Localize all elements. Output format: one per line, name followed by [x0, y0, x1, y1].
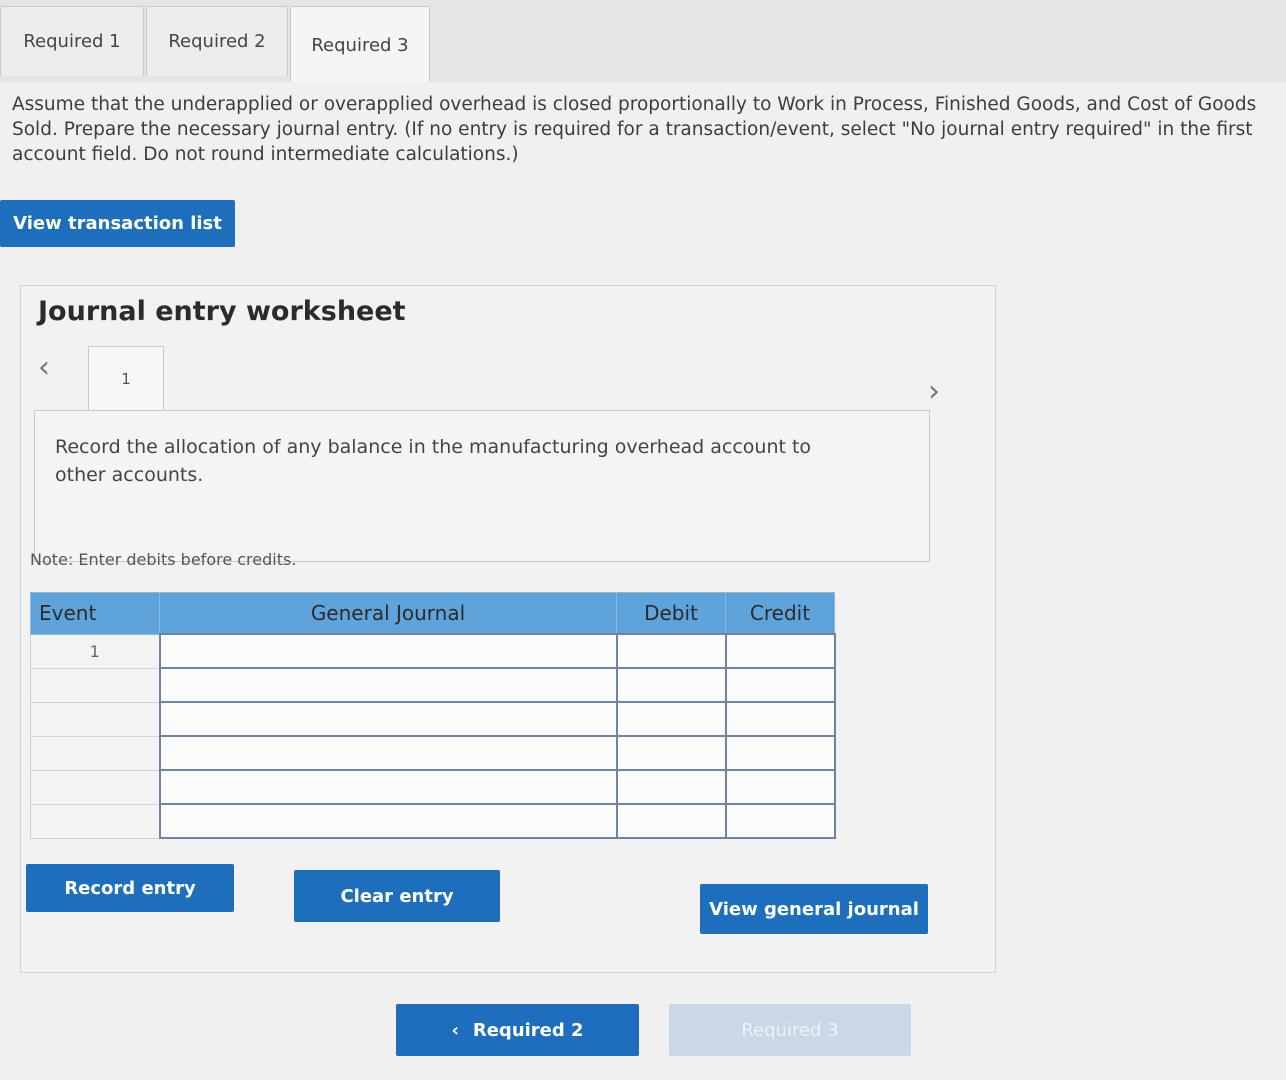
table-row — [30, 735, 836, 771]
view-general-journal-button[interactable]: View general journal — [700, 884, 928, 934]
journal-header-row: Event General Journal Debit Credit — [30, 592, 835, 635]
column-header-debit: Debit — [616, 592, 726, 635]
table-row — [30, 667, 836, 703]
credit-input[interactable] — [724, 701, 836, 737]
credit-input[interactable] — [724, 633, 836, 669]
column-header-event: Event — [30, 592, 160, 635]
record-entry-button[interactable]: Record entry — [26, 864, 234, 912]
event-cell: 1 — [30, 633, 160, 669]
debit-input[interactable] — [615, 803, 727, 839]
next-required-3-button: Required 3 — [669, 1004, 911, 1056]
tab-required-3[interactable]: Required 3 — [290, 6, 430, 84]
column-header-general-journal: General Journal — [159, 592, 617, 635]
column-header-credit: Credit — [725, 592, 835, 635]
event-cell — [30, 701, 160, 737]
credit-input[interactable] — [724, 769, 836, 805]
credit-input[interactable] — [724, 803, 836, 839]
table-row — [30, 769, 836, 805]
debit-input[interactable] — [615, 633, 727, 669]
note-text: Note: Enter debits before credits. — [30, 550, 297, 569]
account-select[interactable] — [158, 667, 618, 703]
next-button-label: Required 3 — [741, 1019, 839, 1041]
tab-bar: Required 1 Required 2 Required 3 — [0, 0, 1286, 84]
credit-input[interactable] — [724, 735, 836, 771]
entry-description-box: Record the allocation of any balance in … — [34, 410, 930, 562]
entry-description: Record the allocation of any balance in … — [55, 436, 812, 486]
chevron-left-icon: ‹ — [451, 1019, 459, 1041]
credit-input[interactable] — [724, 667, 836, 703]
account-select[interactable] — [158, 701, 618, 737]
account-select[interactable] — [158, 735, 618, 771]
table-row — [30, 803, 836, 839]
event-cell — [30, 667, 160, 703]
worksheet-title: Journal entry worksheet — [38, 296, 406, 327]
instructions-text: Assume that the underapplied or overappl… — [12, 94, 1257, 165]
prev-button-label: Required 2 — [472, 1019, 584, 1041]
debit-input[interactable] — [615, 701, 727, 737]
journal-table: Event General Journal Debit Credit 1 — [30, 592, 836, 839]
prev-required-2-button[interactable]: ‹ Required 2 — [396, 1004, 639, 1056]
debit-input[interactable] — [615, 769, 727, 805]
chevron-right-icon[interactable]: › — [928, 374, 940, 409]
entry-tab-1[interactable]: 1 — [88, 346, 164, 410]
tab-required-2[interactable]: Required 2 — [146, 6, 288, 76]
chevron-left-icon[interactable]: ‹ — [38, 350, 50, 385]
event-cell — [30, 735, 160, 771]
view-transaction-list-button[interactable]: View transaction list — [0, 200, 235, 247]
account-select[interactable] — [158, 803, 618, 839]
table-row: 1 — [30, 633, 836, 669]
event-cell — [30, 769, 160, 805]
tab-required-1[interactable]: Required 1 — [0, 6, 144, 76]
clear-entry-button[interactable]: Clear entry — [294, 870, 500, 922]
debit-input[interactable] — [615, 667, 727, 703]
debit-input[interactable] — [615, 735, 727, 771]
event-cell — [30, 803, 160, 839]
account-select[interactable] — [158, 769, 618, 805]
account-select[interactable] — [158, 633, 618, 669]
table-row — [30, 701, 836, 737]
